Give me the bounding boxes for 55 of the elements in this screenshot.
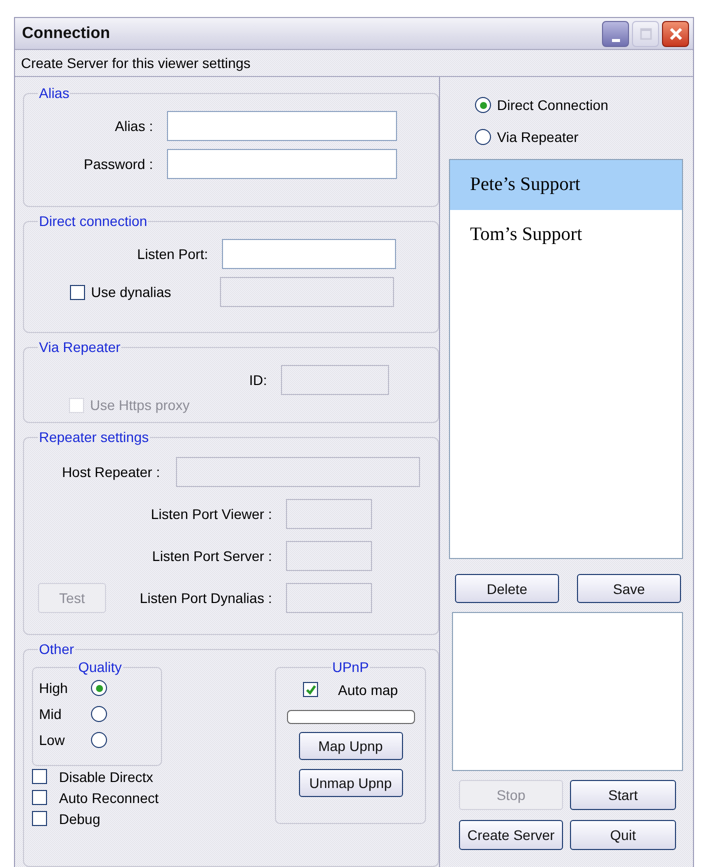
close-icon <box>668 26 682 40</box>
field-label: Listen Port: <box>136 246 208 262</box>
maximize-icon <box>640 28 652 40</box>
window-title: Connection <box>22 24 110 42</box>
input-field[interactable] <box>167 111 397 141</box>
field-label: Alias : <box>114 118 153 134</box>
checkbox-label: Use dynalias <box>91 284 172 300</box>
checkbox-label: Use Https proxy <box>90 397 190 413</box>
checkbox[interactable] <box>70 284 85 300</box>
checkbox[interactable] <box>32 811 47 826</box>
radio-button[interactable] <box>91 732 107 748</box>
checkbox[interactable] <box>303 682 318 697</box>
field-label: Host Repeater : <box>60 464 160 480</box>
field-label: Password : <box>82 156 153 172</box>
radio-button[interactable] <box>475 97 491 113</box>
minimize-icon <box>612 38 620 42</box>
radio-label: High <box>39 680 69 696</box>
subtitle-text: Create Server for this viewer settings <box>21 55 251 71</box>
radio-label: Direct Connection <box>497 97 608 113</box>
upnp-button[interactable]: Unmap Upnp <box>298 769 402 797</box>
group-title: Quality <box>77 659 123 675</box>
action-button[interactable]: Create Server <box>459 820 563 850</box>
group-title: UPnP <box>331 659 370 675</box>
radio-label: Via Repeater <box>497 129 578 145</box>
group-title: Other <box>38 641 76 657</box>
group-title: Direct connection <box>38 213 148 229</box>
group-title: Via Repeater <box>38 339 122 355</box>
group-title: Alias <box>38 85 70 101</box>
server-list-item[interactable]: Tom’s Support <box>450 210 682 260</box>
close-button[interactable] <box>662 20 689 46</box>
checkbox[interactable] <box>32 790 47 805</box>
upnp-button[interactable]: Map Upnp <box>298 732 402 760</box>
server-list-item[interactable]: Pete’s Support <box>450 160 682 210</box>
radio-label: Low <box>39 732 66 748</box>
action-button[interactable]: Start <box>570 780 676 810</box>
field-label: ID: <box>248 372 267 388</box>
action-button[interactable]: Quit <box>570 820 676 850</box>
radio-button[interactable] <box>91 706 107 722</box>
field-label: Listen Port Server : <box>151 548 272 564</box>
radio-button[interactable] <box>475 129 491 145</box>
checkbox-label: Debug <box>59 810 100 826</box>
checkbox-label: Disable Directx <box>59 768 154 784</box>
checkbox[interactable] <box>32 769 47 784</box>
radio-button[interactable] <box>91 680 107 696</box>
checkbox-label: Auto Reconnect <box>59 790 159 806</box>
input-field[interactable] <box>222 239 396 269</box>
radio-label: Mid <box>39 706 63 722</box>
input-field[interactable] <box>167 149 397 179</box>
checkbox-label: Auto map <box>338 682 398 698</box>
field-label: Listen Port Viewer : <box>150 506 272 522</box>
group-title: Repeater settings <box>38 429 150 445</box>
field-label: Listen Port Dynalias : <box>138 590 272 606</box>
minimize-button[interactable] <box>602 20 629 46</box>
list-button[interactable]: Save <box>577 574 681 603</box>
list-button[interactable]: Delete <box>455 574 559 603</box>
